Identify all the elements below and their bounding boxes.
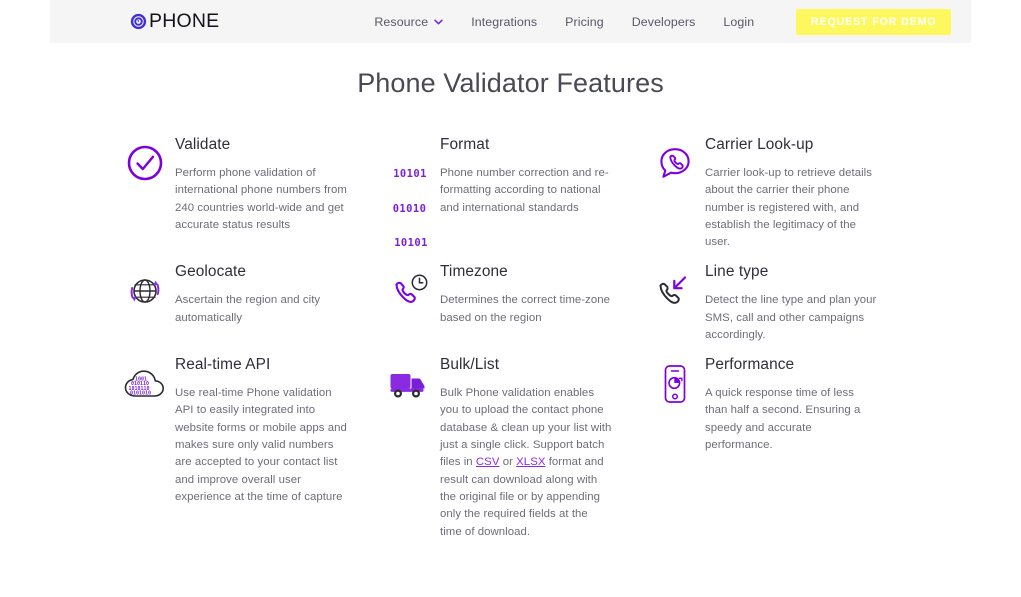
feature-title: Bulk/List	[440, 356, 500, 374]
delivery-truck-icon	[380, 356, 440, 414]
feature-description: Perform phone validation of internationa…	[175, 166, 347, 231]
nav-item-integrations[interactable]: Integrations	[457, 15, 551, 29]
nav-item-resource[interactable]: Resource	[360, 15, 457, 29]
nav-item-resource-label: Resource	[374, 14, 429, 29]
xlsx-link[interactable]: XLSX	[516, 456, 545, 468]
csv-link[interactable]: CSV	[476, 456, 500, 468]
feature-card-realtime-api: 1001 010110 1010110 0101010 Real-time AP…	[115, 356, 375, 506]
feature-description: Bulk Phone validation enables you to upl…	[440, 385, 612, 541]
feature-description: Determines the correct time-zone based o…	[440, 294, 610, 324]
speech-bubble-phone-icon	[645, 136, 705, 194]
binary-line-1: 10101	[393, 168, 427, 180]
site-header: PHONE Resource Integrations Pricing Deve…	[50, 0, 971, 43]
feature-description: Ascertain the region and city automatica…	[175, 294, 321, 324]
binary-line-2: 01010	[392, 202, 427, 215]
feature-title: Validate	[175, 136, 231, 153]
feature-title: Performance	[705, 356, 795, 374]
request-demo-button[interactable]: REQUEST FOR DEMO	[796, 8, 952, 35]
feature-card-timezone: Timezone Determines the correct time-zon…	[380, 263, 640, 327]
cloud-binary-icon: 1001 010110 1010110 0101010	[115, 356, 175, 414]
phone-ring-logo-icon	[130, 13, 147, 30]
phone-incoming-arrow-icon	[645, 263, 705, 321]
feature-card-format: 10101 01010 10101 Format Phone number co…	[380, 136, 640, 248]
globe-refresh-icon	[115, 263, 175, 321]
feature-card-performance: Performance A quick response time of les…	[645, 356, 905, 454]
svg-text:0101010: 0101010	[130, 391, 151, 397]
feature-title: Carrier Look-up	[705, 136, 814, 153]
feature-card-geolocate: Geolocate Ascertain the region and city …	[115, 263, 375, 327]
main-navigation: Resource Integrations Pricing Developers…	[360, 8, 952, 35]
brand-name: PHONE	[149, 9, 220, 32]
feature-description: Carrier look-up to retrieve details abou…	[705, 166, 872, 249]
binary-line-3: 10101	[394, 237, 428, 249]
nav-item-login[interactable]: Login	[709, 15, 768, 29]
phone-clock-icon	[380, 263, 440, 321]
feature-card-bulk-list: Bulk/List Bulk Phone validation enables …	[380, 356, 640, 541]
nav-item-developers[interactable]: Developers	[618, 15, 710, 29]
feature-card-line-type: Line type Detect the line type and plan …	[645, 263, 905, 344]
check-circle-icon	[115, 136, 175, 194]
feature-title: Format	[440, 136, 490, 153]
feature-title: Geolocate	[175, 263, 247, 281]
bulk-desc-mid: or	[499, 456, 517, 469]
feature-title: Timezone	[440, 263, 508, 281]
nav-item-pricing[interactable]: Pricing	[551, 15, 618, 29]
feature-card-carrier-lookup: Carrier Look-up Carrier look-up to retri…	[645, 136, 905, 251]
feature-description: Detect the line type and plan your SMS, …	[705, 294, 877, 341]
feature-description: Use real-time Phone validation API to ea…	[175, 387, 347, 503]
phone-pie-chart-icon	[645, 356, 705, 414]
page-title: Phone Validator Features	[357, 68, 664, 98]
feature-description: A quick response time of less than half …	[705, 387, 861, 452]
feature-card-validate: Validate Perform phone validation of int…	[115, 136, 375, 234]
binary-digits-icon: 10101 01010 10101	[380, 136, 440, 248]
features-grid: Validate Perform phone validation of int…	[115, 136, 905, 541]
feature-title: Line type	[705, 263, 769, 281]
feature-title: Real-time API	[175, 356, 271, 374]
brand-logo[interactable]: PHONE	[130, 9, 220, 32]
chevron-down-icon	[434, 19, 443, 25]
feature-description: Phone number correction and re-formattin…	[440, 166, 609, 214]
bulk-desc-part2: format and result can download along wit…	[440, 456, 604, 538]
